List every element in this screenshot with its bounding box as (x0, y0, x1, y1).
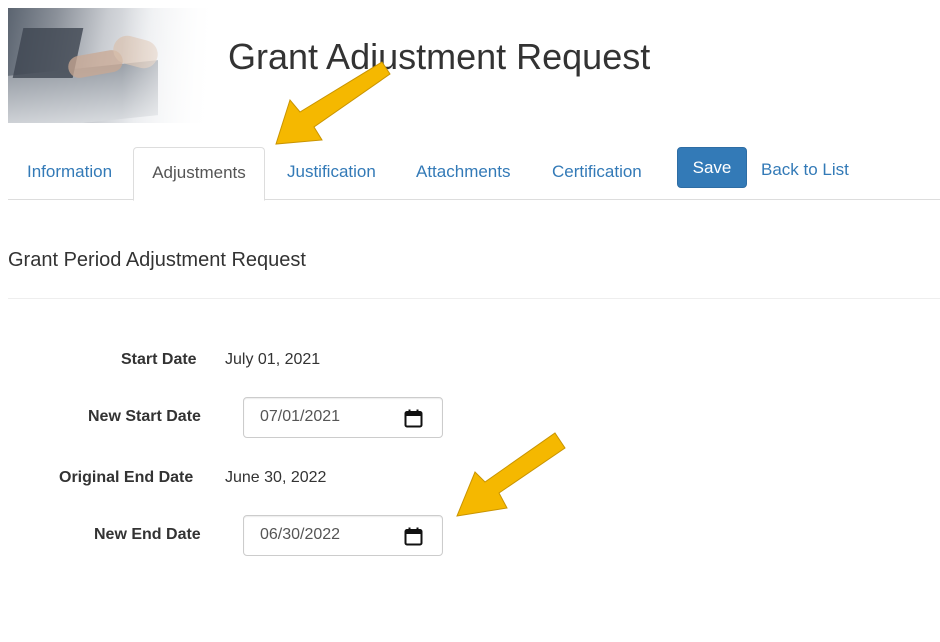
calendar-icon[interactable] (404, 527, 423, 546)
arrow-icon (275, 61, 391, 145)
new-start-date-input[interactable]: 07/01/2021 (243, 397, 443, 438)
section-title: Grant Period Adjustment Request (8, 249, 306, 271)
start-date-value: July 01, 2021 (225, 351, 321, 368)
header-photo (8, 8, 212, 123)
tab-adjustments[interactable]: Adjustments (133, 147, 265, 201)
new-end-date-input[interactable]: 06/30/2022 (243, 515, 443, 556)
new-end-date-value: 06/30/2022 (260, 526, 341, 543)
tab-bar: Information Adjustments Justification At… (8, 147, 940, 201)
section-divider (8, 298, 940, 299)
new-end-date-label: New End Date (94, 526, 201, 543)
back-to-list-link[interactable]: Back to List (761, 147, 849, 193)
tab-information[interactable]: Information (27, 147, 112, 200)
tab-attachments[interactable]: Attachments (416, 147, 511, 200)
calendar-icon[interactable] (404, 409, 423, 428)
arrow-icon (456, 432, 566, 517)
original-end-date-label: Original End Date (59, 469, 194, 486)
save-button[interactable]: Save (677, 147, 747, 188)
start-date-label: Start Date (121, 351, 197, 368)
new-start-date-label: New Start Date (88, 408, 201, 425)
photo-fade (122, 8, 212, 123)
original-end-date-value: June 30, 2022 (225, 469, 327, 486)
new-start-date-value: 07/01/2021 (260, 408, 341, 425)
tab-certification[interactable]: Certification (552, 147, 642, 200)
